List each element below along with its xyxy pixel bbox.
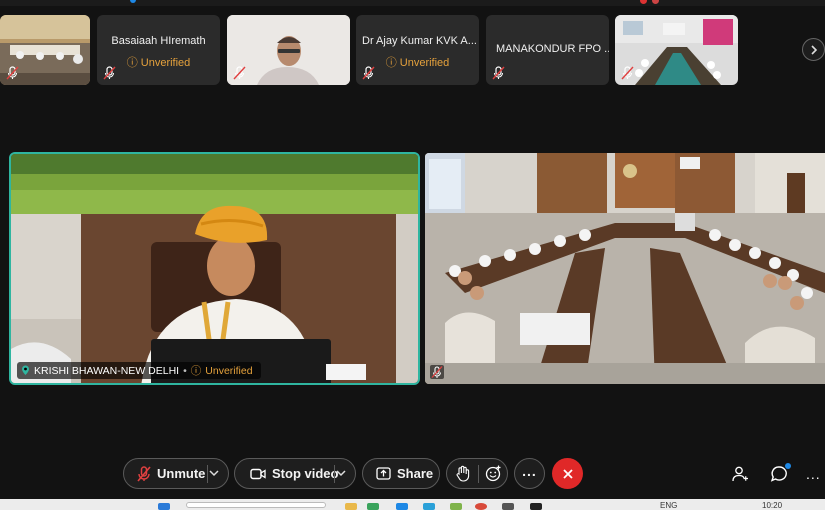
- mic-muted-icon: [6, 66, 19, 80]
- divider: [334, 465, 335, 483]
- filmstrip-next-button[interactable]: [802, 38, 825, 61]
- active-speaker-video[interactable]: KRISHI BHAWAN-NEW DELHI • ⓘ Unverified: [9, 152, 420, 385]
- close-icon: [562, 468, 573, 479]
- label-separator: •: [183, 364, 187, 377]
- location-pin-icon: [22, 365, 29, 375]
- os-taskbar: ENG 10:20: [0, 499, 825, 510]
- clock[interactable]: 10:20: [762, 501, 782, 510]
- status-dot-red-2: [652, 0, 659, 4]
- emoji-icon: [485, 465, 501, 482]
- more-options-button[interactable]: ...: [514, 458, 545, 489]
- participants-icon: [732, 466, 748, 482]
- window-top-edge: [0, 0, 825, 6]
- warning-circle-icon: ⓘ: [126, 57, 141, 69]
- app-icon[interactable]: [450, 503, 462, 510]
- participant-name: Dr Ajay Kumar KVK A...: [362, 35, 477, 47]
- status-dot-red: [640, 0, 647, 4]
- reactions-group: [446, 458, 508, 489]
- chrome-app-icon[interactable]: [475, 503, 487, 510]
- ellipsis-icon: ...: [522, 462, 537, 479]
- chevron-down-icon[interactable]: [336, 468, 346, 478]
- chevron-right-icon: [810, 44, 817, 55]
- participant-thumbnail-manakondur-fpo[interactable]: MANAKONDUR FPO ...: [486, 15, 609, 85]
- divider: [207, 465, 208, 483]
- warning-circle-icon: ⓘ: [190, 365, 202, 377]
- participant-thumbnail-ajay-kumar[interactable]: Dr Ajay Kumar KVK A... ⓘ Unverified: [356, 15, 479, 85]
- unverified-status: Unverified: [205, 364, 253, 377]
- webex-app-icon[interactable]: [530, 503, 542, 510]
- participant-name: Basaiaah HIremath: [111, 35, 206, 47]
- share-screen-icon: [376, 467, 391, 480]
- meeting-window: Basaiaah HIremath ⓘ Unverified Dr Ajay K…: [0, 0, 825, 510]
- unmute-button[interactable]: Unmute: [123, 458, 229, 489]
- participant-thumbnail-basaiaah[interactable]: Basaiaah HIremath ⓘ Unverified: [97, 15, 220, 85]
- input-language[interactable]: ENG: [660, 501, 677, 510]
- participant-thumbnail-person-video[interactable]: [227, 15, 350, 85]
- share-label: Share: [397, 466, 434, 481]
- reactions-button[interactable]: [485, 465, 502, 485]
- more-menu-button[interactable]: ...: [806, 466, 822, 482]
- participant-label: KRISHI BHAWAN-NEW DELHI • ⓘ Unverified: [17, 362, 261, 379]
- chevron-down-icon[interactable]: [209, 468, 219, 478]
- status-text: Unverified: [140, 57, 191, 69]
- app-icon[interactable]: [367, 503, 379, 510]
- mic-muted-icon: [103, 66, 116, 80]
- status-dot-blue: [130, 0, 136, 3]
- divider: [478, 465, 479, 483]
- mic-muted-icon: [362, 66, 375, 80]
- app-icon[interactable]: [396, 503, 408, 510]
- speaker-video-image: [11, 154, 418, 383]
- folder-app-icon[interactable]: [345, 503, 357, 510]
- unmute-label: Unmute: [157, 466, 206, 481]
- ellipsis-icon: ...: [806, 466, 821, 482]
- participant-name: KRISHI BHAWAN-NEW DELHI: [34, 364, 180, 377]
- participant-thumbnail-conference-room-1[interactable]: [0, 15, 90, 85]
- mic-muted-icon: [233, 66, 246, 80]
- share-button[interactable]: Share: [362, 458, 440, 489]
- app-icon[interactable]: [423, 503, 435, 510]
- leave-meeting-button[interactable]: [552, 458, 583, 489]
- participant-thumbnail-conference-room-2[interactable]: [615, 15, 738, 85]
- mic-muted-icon: [137, 465, 151, 482]
- conference-hall-image: [425, 153, 825, 384]
- participant-name: MANAKONDUR FPO ...: [496, 43, 609, 55]
- app-icon[interactable]: [502, 503, 514, 510]
- mic-muted-icon: [492, 66, 505, 80]
- participants-button[interactable]: [731, 465, 749, 483]
- raise-hand-icon: [456, 465, 470, 482]
- raise-hand-button[interactable]: [455, 465, 471, 486]
- chat-bubble-icon: [770, 463, 791, 482]
- chat-button[interactable]: [769, 463, 791, 485]
- warning-circle-icon: ⓘ: [385, 57, 400, 69]
- stop-video-button[interactable]: Stop video: [234, 458, 356, 489]
- participant-video-conference-hall[interactable]: [425, 153, 825, 384]
- windows-start-icon[interactable]: [158, 503, 170, 510]
- video-camera-icon: [250, 468, 266, 479]
- stop-video-label: Stop video: [272, 466, 339, 481]
- mic-muted-icon: [430, 365, 444, 379]
- mic-muted-icon: [621, 66, 634, 80]
- status-text: Unverified: [399, 57, 450, 69]
- taskbar-search-box[interactable]: [186, 502, 326, 508]
